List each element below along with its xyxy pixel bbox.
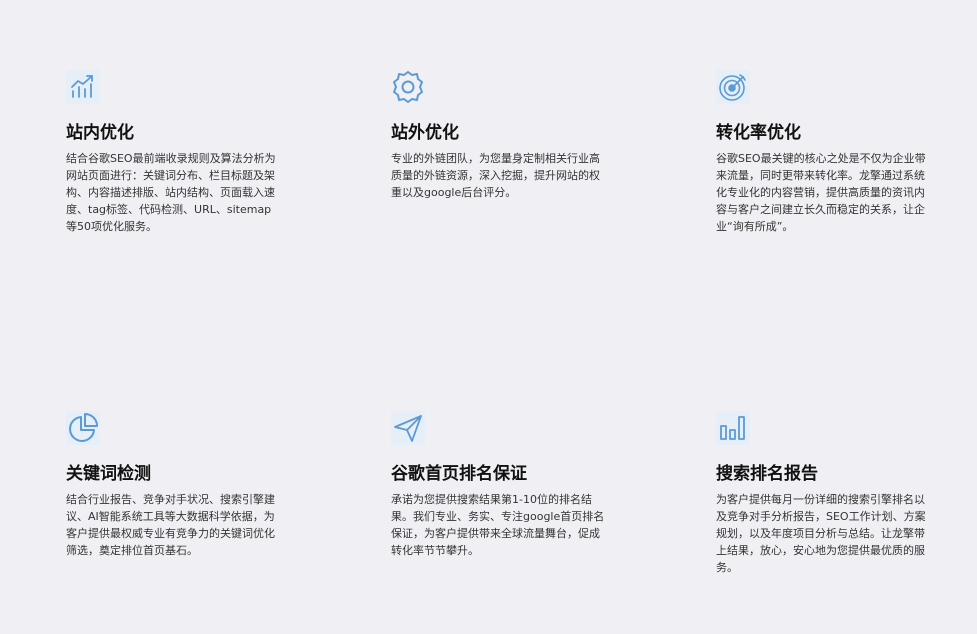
card-description: 结合谷歌SEO最前端收录规则及算法分析为网站页面进行：关键词分布、栏目标题及架构… (66, 152, 276, 233)
service-card-offsite-optimization: 站外优化 专业的外链团队，为您量身定制相关行业高质量的外链资源，深入挖掘，提升网… (391, 70, 605, 201)
service-card-keyword-detection: 关键词检测 结合行业报告、竞争对手状况、搜索引擎建议、AI智能系统工具等大数据科… (66, 411, 282, 559)
service-card-google-ranking-guarantee: 谷歌首页排名保证 承诺为您提供搜索结果第1-10位的排名结果。我们专业、务实、专… (391, 411, 605, 559)
card-description: 专业的外链团队，为您量身定制相关行业高质量的外链资源，深入挖掘，提升网站的权重以… (391, 152, 600, 199)
trend-chart-icon (66, 70, 100, 104)
card-description: 为客户提供每月一份详细的搜索引擎排名以及竞争对手分析报告，SEO工作计划、方案规… (716, 493, 926, 574)
service-card-ranking-report: 搜索排名报告 为客户提供每月一份详细的搜索引擎排名以及竞争对手分析报告，SEO工… (716, 411, 930, 576)
card-description: 结合行业报告、竞争对手状况、搜索引擎建议、AI智能系统工具等大数据科学依据，为客… (66, 493, 275, 557)
gear-icon (391, 70, 425, 104)
paper-plane-icon (391, 411, 425, 445)
card-title: 转化率优化 (716, 123, 801, 143)
card-title: 搜索排名报告 (716, 464, 818, 484)
card-title: 谷歌首页排名保证 (391, 464, 527, 484)
service-card-conversion-optimization: 转化率优化 谷歌SEO最关键的核心之处是不仅为企业带来流量，同时更带来转化率。龙… (716, 70, 930, 235)
card-title: 站外优化 (391, 123, 459, 143)
service-card-onsite-optimization: 站内优化 结合谷歌SEO最前端收录规则及算法分析为网站页面进行：关键词分布、栏目… (66, 70, 282, 235)
card-title: 站内优化 (66, 123, 134, 143)
card-description: 承诺为您提供搜索结果第1-10位的排名结果。我们专业、务实、专注google首页… (391, 493, 605, 557)
pie-chart-icon (66, 411, 100, 445)
card-title: 关键词检测 (66, 464, 151, 484)
target-icon (716, 70, 750, 104)
card-description: 谷歌SEO最关键的核心之处是不仅为企业带来流量，同时更带来转化率。龙擎通过系统化… (716, 152, 926, 233)
bar-chart-icon (716, 411, 750, 445)
